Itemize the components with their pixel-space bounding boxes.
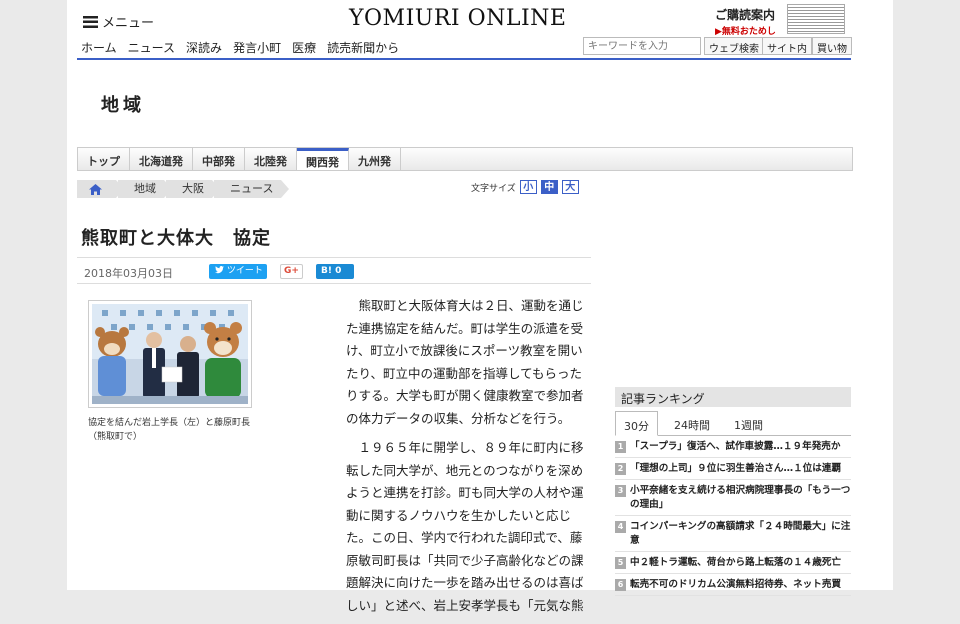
ranking-tab-30min[interactable]: 30分 — [615, 411, 658, 436]
ceremony-photo-illustration — [92, 304, 248, 404]
breadcrumb: 地域 大阪 ニュース — [77, 180, 290, 198]
breadcrumb-news[interactable]: ニュース — [214, 180, 290, 198]
ranking-item[interactable]: 6 転売不可のドリカム公演無料招待券、ネット売買 — [615, 574, 851, 596]
article-ranking: 記事ランキング 30分 24時間 1週間 1 「スープラ」復活へ、試作車披露…１… — [615, 387, 851, 596]
ranking-title: 「スープラ」復活へ、試作車披露…１９年発売か — [630, 441, 841, 452]
tab-chubu[interactable]: 中部発 — [193, 148, 245, 170]
tab-hokkaido[interactable]: 北海道発 — [130, 148, 193, 170]
ranking-item[interactable]: 1 「スープラ」復活へ、試作車披露…１９年発売か — [615, 436, 851, 458]
ranking-number: 5 — [615, 557, 626, 569]
ranking-number: 6 — [615, 579, 626, 591]
tab-top[interactable]: トップ — [78, 148, 130, 170]
ranking-tab-1week[interactable]: 1週間 — [726, 411, 771, 435]
nav-yomiuri-shimbun[interactable]: 読売新聞から — [327, 39, 399, 56]
ranking-number: 2 — [615, 463, 626, 475]
header-divider — [77, 58, 851, 60]
home-icon — [89, 183, 102, 195]
ranking-title: コインパーキングの高額請求「２４時間最大」に注意 — [630, 521, 851, 546]
site-logo[interactable]: YOMIURI ONLINE — [349, 6, 566, 31]
ranking-number: 1 — [615, 441, 626, 453]
photo-image — [92, 304, 248, 404]
font-size-medium-button[interactable]: 中 — [540, 180, 558, 194]
breadcrumb-home[interactable] — [77, 180, 124, 198]
font-size-label: 文字サイズ — [471, 183, 516, 194]
google-plus-button[interactable]: G+ — [280, 264, 303, 279]
region-tabs: トップ 北海道発 中部発 北陸発 関西発 九州発 — [77, 147, 853, 171]
nav-home[interactable]: ホーム — [81, 39, 117, 56]
ranking-number: 3 — [615, 485, 626, 497]
ranking-title: 「理想の上司」９位に羽生善治さん…１位は連覇 — [630, 463, 842, 474]
page: メニュー YOMIURI ONLINE ご購読案内 ▶無料おためし ホーム ニュ… — [67, 0, 893, 613]
section-title: 地域 — [101, 95, 145, 116]
site-search-button[interactable]: サイト内 — [762, 37, 812, 55]
menu-label: メニュー — [102, 16, 155, 31]
article-title: 熊取町と大体大 協定 — [81, 228, 271, 249]
article-meta: 2018年03月03日 ツイート G+ B! 0 — [77, 257, 591, 284]
hamburger-icon — [83, 15, 98, 28]
photo-caption: 協定を結んだ岩上学長（左）と藤原町長（熊取町で） — [88, 418, 251, 442]
nav-komachi[interactable]: 発言小町 — [233, 39, 281, 56]
breadcrumb-chiiki[interactable]: 地域 — [118, 180, 172, 198]
font-size-control: 文字サイズ 小 中 大 — [471, 180, 579, 194]
tweet-button[interactable]: ツイート — [209, 264, 267, 279]
ranking-item[interactable]: 5 中２軽トラ運転、荷台から路上転落の１４歳死亡 — [615, 552, 851, 574]
ranking-item[interactable]: 4 コインパーキングの高額請求「２４時間最大」に注意 — [615, 516, 851, 552]
tweet-label: ツイート — [226, 266, 263, 276]
article-paragraph: １９６５年に開学し、８９年に町内に移転した同大学が、地元とのつながりを深めようと… — [346, 440, 584, 613]
newspaper-thumbnail — [787, 4, 845, 34]
nav-news[interactable]: ニュース — [128, 39, 175, 56]
article-body: 熊取町と大阪体育大は２日、運動を通じた連携協定を結んだ。町は学生の派遣を受け、町… — [346, 295, 586, 624]
font-size-small-button[interactable]: 小 — [519, 180, 537, 194]
ranking-item[interactable]: 2 「理想の上司」９位に羽生善治さん…１位は連覇 — [615, 458, 851, 480]
ranking-tab-24h[interactable]: 24時間 — [666, 411, 718, 435]
article-photo[interactable] — [88, 300, 252, 408]
ranking-title: 小平奈緒を支え続ける相沢病院理事長の「もう一つの理由」 — [630, 485, 851, 510]
twitter-bird-icon — [215, 266, 224, 274]
article-date: 2018年03月03日 — [84, 267, 173, 280]
nav-iryo[interactable]: 医療 — [292, 39, 316, 56]
search-input[interactable] — [583, 37, 701, 55]
article-paragraph: 熊取町と大阪体育大は２日、運動を通じた連携協定を結んだ。町は学生の派遣を受け、町… — [346, 298, 584, 426]
breadcrumb-osaka[interactable]: 大阪 — [166, 180, 220, 198]
font-size-large-button[interactable]: 大 — [561, 180, 579, 194]
ranking-title: 中２軽トラ運転、荷台から路上転落の１４歳死亡 — [630, 557, 842, 568]
shopping-button[interactable]: 買い物 — [812, 37, 852, 55]
subscribe-banner[interactable]: ご購読案内 ▶無料おためし — [715, 4, 845, 37]
tab-hokuriku[interactable]: 北陸発 — [245, 148, 297, 170]
ranking-heading: 記事ランキング — [615, 387, 851, 407]
tab-kansai[interactable]: 関西発 — [297, 148, 349, 170]
ranking-number: 4 — [615, 521, 626, 533]
global-nav: ホーム ニュース 深読み 発言小町 医療 読売新聞から — [81, 39, 410, 56]
hatena-bookmark-button[interactable]: B! 0 — [316, 264, 354, 279]
nav-fukayomi[interactable]: 深読み — [186, 39, 222, 56]
ranking-tabs: 30分 24時間 1週間 — [615, 411, 851, 436]
tab-kyushu[interactable]: 九州発 — [349, 148, 401, 170]
web-search-button[interactable]: ウェブ検索 — [704, 37, 764, 55]
ranking-item[interactable]: 3 小平奈緒を支え続ける相沢病院理事長の「もう一つの理由」 — [615, 480, 851, 516]
menu-button[interactable]: メニュー — [83, 12, 154, 31]
